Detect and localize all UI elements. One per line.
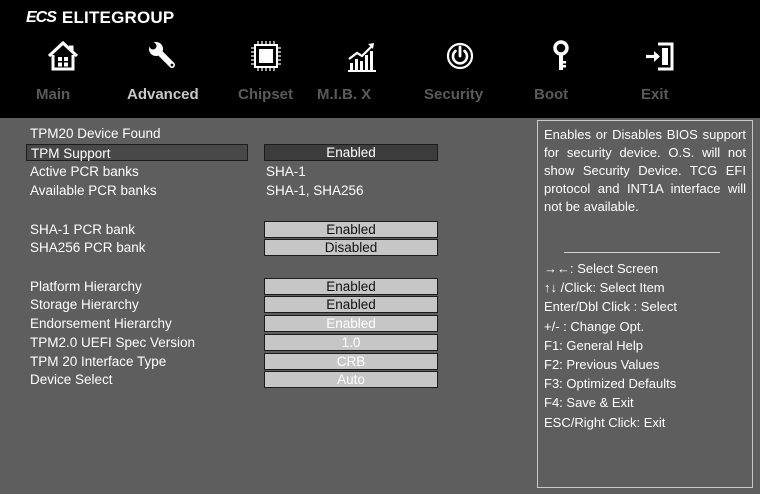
- setting-label[interactable]: Storage Hierarchy: [30, 296, 139, 313]
- settings-panel: TPM20 Device Found TPM Support Enabled A…: [22, 120, 530, 488]
- power-icon[interactable]: [440, 36, 480, 76]
- ecs-logo: ECS: [26, 9, 57, 26]
- setting-row-storage-hierarchy[interactable]: Storage Hierarchy Enabled: [22, 296, 530, 313]
- key-legend: →←: Select Screen ↑↓ /Click: Select Item…: [544, 259, 750, 432]
- brand-name: ELITEGROUP: [61, 8, 175, 27]
- setting-row-platform-hierarchy[interactable]: Platform Hierarchy Enabled: [22, 278, 530, 295]
- key-legend-item: ESC/Right Click: Exit: [544, 414, 666, 430]
- setting-label: Device Select: [30, 372, 113, 387]
- tab-boot[interactable]: Boot: [534, 86, 568, 103]
- tab-main[interactable]: Main: [36, 86, 70, 103]
- brand: ECS ELITEGROUP: [26, 7, 174, 29]
- setting-label: Endorsement Hierarchy: [30, 316, 172, 331]
- endorsement-hierarchy-option: Enabled: [264, 315, 438, 332]
- tab-mib-x[interactable]: M.I.B. X: [317, 86, 371, 103]
- active-pcr-banks-value: SHA-1: [266, 164, 306, 179]
- setting-row-endorsement-hierarchy: Endorsement Hierarchy Enabled: [22, 315, 530, 332]
- setting-label[interactable]: Platform Hierarchy: [30, 278, 142, 295]
- uefi-spec-version-option: 1.0: [264, 334, 438, 351]
- key-legend-item: F2: Previous Values: [544, 357, 660, 373]
- platform-hierarchy-option[interactable]: Enabled: [264, 278, 438, 295]
- nav-icon-bar: [0, 36, 760, 80]
- help-description: Enables or Disables BIOS support for sec…: [544, 127, 746, 214]
- top-bar: ECS ELITEGROUP Main Advanced Chipset M.I…: [0, 0, 760, 118]
- tpm-support-option[interactable]: Enabled: [264, 144, 438, 161]
- interface-type-option: CRB: [264, 353, 438, 370]
- setting-label: Active PCR banks: [30, 164, 139, 179]
- setting-label: TPM20 Device Found: [30, 126, 161, 141]
- device-select-option: Auto: [264, 371, 438, 388]
- key-legend-item: Enter/Dbl Click : Select: [544, 299, 677, 315]
- key-legend-item: F4: Save & Exit: [544, 395, 634, 411]
- nav-tabs: Main Advanced Chipset M.I.B. X Security …: [0, 86, 760, 110]
- setting-row-sha256-pcr-bank[interactable]: SHA256 PCR bank Disabled: [22, 239, 530, 256]
- setting-label: TPM2.0 UEFI Spec Version: [30, 335, 196, 350]
- key-legend-item: ↑↓ /Click: Select Item: [544, 280, 665, 296]
- home-icon[interactable]: [43, 36, 83, 76]
- tab-exit[interactable]: Exit: [641, 86, 669, 103]
- exit-icon[interactable]: [640, 36, 680, 76]
- key-legend-item: +/- : Change Opt.: [544, 318, 645, 334]
- key-legend-item: F1: General Help: [544, 337, 643, 353]
- setting-row-device-select: Device Select Auto: [22, 371, 530, 388]
- chart-icon[interactable]: [342, 36, 382, 76]
- key-legend-item: →←: Select Screen: [544, 261, 659, 276]
- setting-label: Available PCR banks: [30, 183, 157, 198]
- setting-label: TPM 20 Interface Type: [30, 354, 167, 369]
- wrench-icon[interactable]: [142, 36, 182, 76]
- sha1-pcr-bank-option[interactable]: Enabled: [264, 221, 438, 238]
- chip-icon[interactable]: [246, 36, 286, 76]
- available-pcr-banks-value: SHA-1, SHA256: [266, 183, 364, 198]
- setting-row-interface-type: TPM 20 Interface Type CRB: [22, 353, 530, 370]
- tab-chipset[interactable]: Chipset: [238, 86, 293, 103]
- sha256-pcr-bank-option[interactable]: Disabled: [264, 239, 438, 256]
- storage-hierarchy-option[interactable]: Enabled: [264, 296, 438, 313]
- key-icon[interactable]: [541, 36, 581, 76]
- setting-label[interactable]: TPM Support: [26, 144, 248, 161]
- setting-row-uefi-spec-version: TPM2.0 UEFI Spec Version 1.0: [22, 334, 530, 351]
- tab-advanced[interactable]: Advanced: [127, 86, 199, 103]
- setting-row-available-pcr-banks: Available PCR banks SHA-1, SHA256: [22, 182, 530, 199]
- key-legend-item: F3: Optimized Defaults: [544, 376, 677, 392]
- setting-row-active-pcr-banks: Active PCR banks SHA-1: [22, 163, 530, 180]
- setting-label[interactable]: SHA256 PCR bank: [30, 239, 146, 256]
- setting-row-tpm-support[interactable]: TPM Support Enabled: [22, 144, 530, 161]
- tab-security[interactable]: Security: [424, 86, 483, 103]
- help-panel: Enables or Disables BIOS support for sec…: [537, 120, 753, 488]
- setting-row-sha1-pcr-bank[interactable]: SHA-1 PCR bank Enabled: [22, 221, 530, 238]
- setting-row-tpm20-device-found: TPM20 Device Found: [22, 125, 530, 142]
- setting-label[interactable]: SHA-1 PCR bank: [30, 221, 135, 238]
- help-divider: [564, 252, 720, 253]
